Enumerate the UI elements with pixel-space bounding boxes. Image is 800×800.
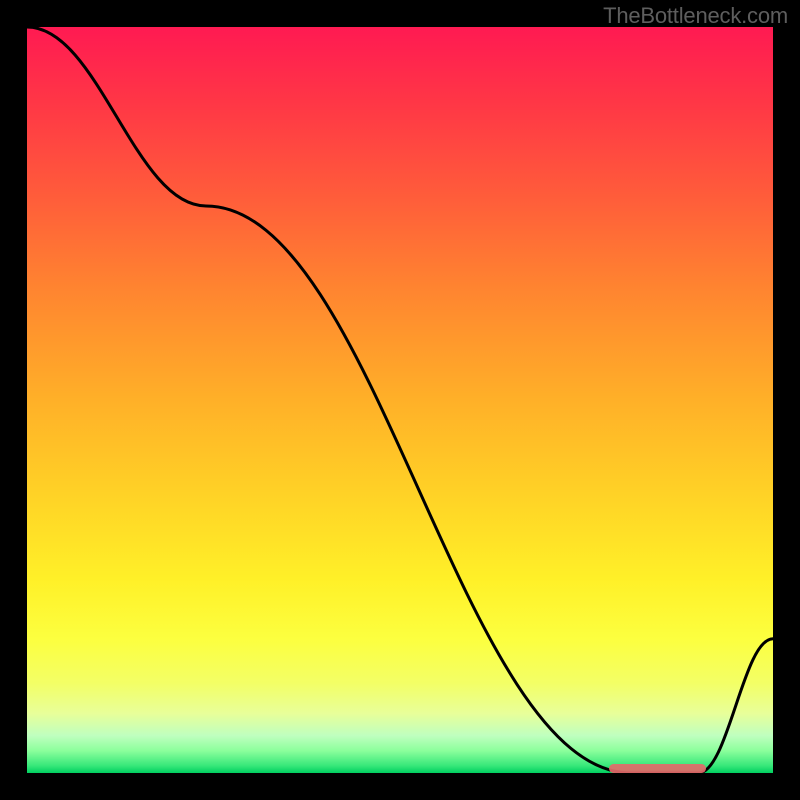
chart-frame: TheBottleneck.com: [0, 0, 800, 800]
watermark-text: TheBottleneck.com: [603, 3, 788, 29]
plot-area: [27, 27, 773, 773]
line-curve: [27, 27, 773, 773]
highlight-marker: [609, 764, 706, 773]
